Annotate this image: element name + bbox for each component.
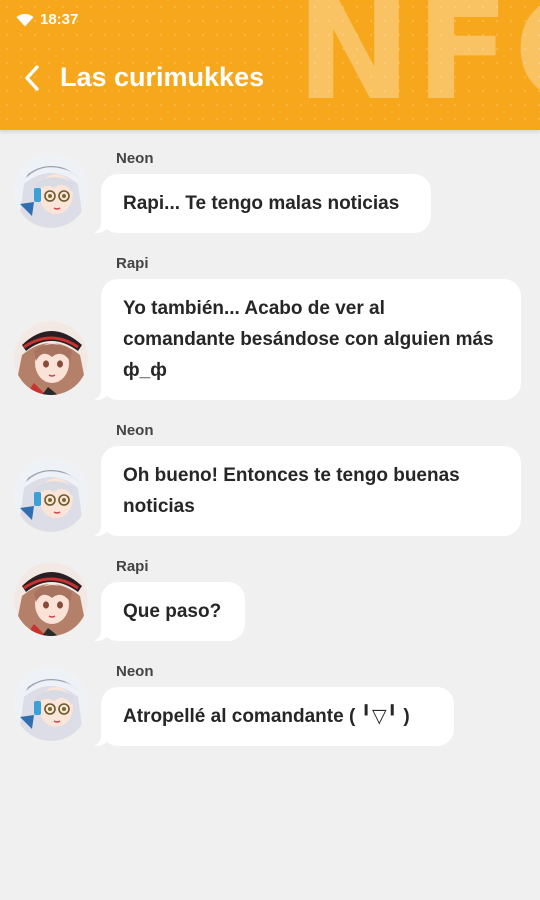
sender-name: Neon <box>116 663 154 680</box>
sender-name: Rapi <box>116 255 149 272</box>
watermark-logo: NFG <box>296 0 540 130</box>
avatar-rapi-image <box>14 321 88 395</box>
avatar-neon[interactable] <box>14 154 88 228</box>
avatar-neon-image <box>14 458 88 532</box>
message-bubble[interactable]: Rapi... Te tengo malas noticias <box>87 174 431 233</box>
message-text: Rapi... Te tengo malas noticias <box>123 193 400 214</box>
avatar-rapi[interactable] <box>14 562 88 636</box>
avatar-neon[interactable] <box>14 458 88 532</box>
message-text: Que paso? <box>123 601 222 622</box>
chevron-left-icon[interactable] <box>22 64 42 92</box>
chat-header: NFG 18:37 Las curimukkes <box>0 0 540 130</box>
status-bar: 18:37 <box>16 11 78 28</box>
title-row: Las curimukkes <box>22 62 264 93</box>
sender-name: Rapi <box>116 558 149 575</box>
message-text: Atropellé al comandante ( ╹▽╹ ) <box>123 706 410 727</box>
avatar-rapi[interactable] <box>14 321 88 395</box>
avatar-neon-image <box>14 667 88 741</box>
sender-name: Neon <box>116 150 154 167</box>
message-bubble[interactable]: Que paso? <box>87 582 245 641</box>
avatar-neon-image <box>14 154 88 228</box>
chat-title: Las curimukkes <box>60 62 265 92</box>
sender-name: Neon <box>116 422 154 439</box>
message-text: Yo también... Acabo de ver al comandante… <box>123 298 494 381</box>
message-bubble[interactable]: Oh bueno! Entonces te tengo buenas notic… <box>87 446 521 536</box>
message-bubble[interactable]: Yo también... Acabo de ver al comandante… <box>87 279 521 400</box>
message-list[interactable]: Neon Rapi... Te tengo malas noticias Rap… <box>0 130 540 900</box>
status-time: 18:37 <box>40 11 79 28</box>
wifi-icon <box>16 13 34 26</box>
avatar-rapi-image <box>14 562 88 636</box>
avatar-neon[interactable] <box>14 667 88 741</box>
message-bubble[interactable]: Atropellé al comandante ( ╹▽╹ ) <box>87 687 454 746</box>
message-text: Oh bueno! Entonces te tengo buenas notic… <box>123 465 460 517</box>
